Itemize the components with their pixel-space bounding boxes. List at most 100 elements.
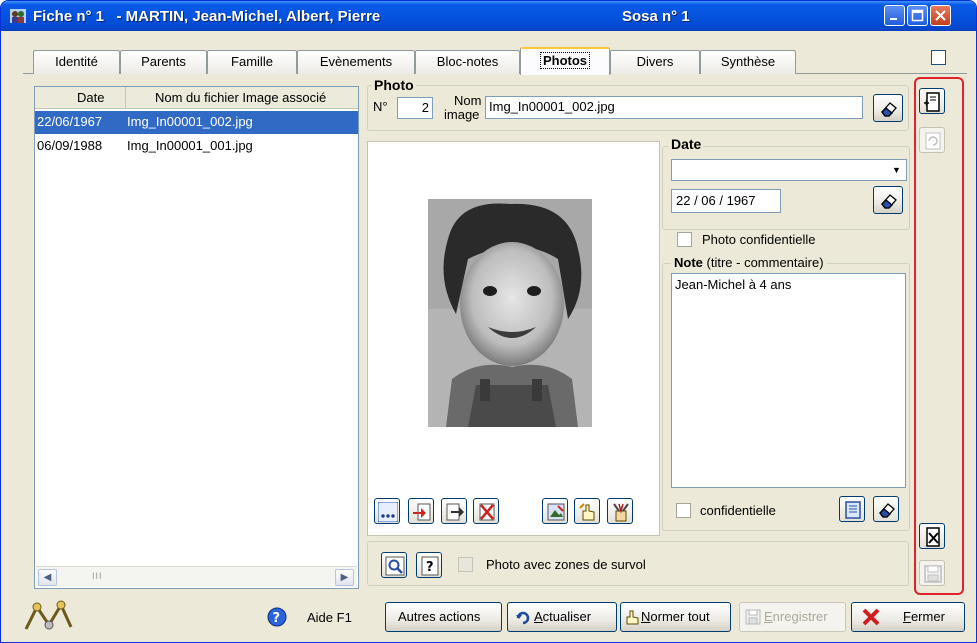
delete-record-button[interactable] (919, 523, 945, 549)
refresh-label: ctualiser (542, 609, 592, 624)
new-document-icon (924, 92, 940, 112)
save-record-button[interactable] (919, 560, 945, 586)
tab-evenements[interactable]: Evènements (297, 50, 415, 74)
tab-famille[interactable]: Famille (207, 50, 297, 74)
column-header-filename[interactable]: Nom du fichier Image associé (155, 90, 358, 105)
hover-zones-checkbox[interactable] (458, 557, 473, 572)
photo-name-label-2: image (444, 107, 480, 122)
other-actions-label: Autres actions (398, 609, 481, 624)
save-icon (745, 609, 761, 625)
tab-photos[interactable]: Photos (520, 47, 610, 75)
list-item[interactable]: 22/06/1967 Img_In00001_002.jpg (35, 111, 358, 134)
magnifier-icon (385, 556, 405, 576)
close-window-button[interactable] (930, 5, 951, 26)
close-label: ermer (910, 609, 945, 624)
note-label-rest: (titre - commentaire) (706, 255, 824, 270)
import-photo-button[interactable] (408, 498, 434, 524)
help-circle-icon[interactable]: ? (267, 607, 287, 627)
list-item[interactable]: 06/09/1988 Img_In00001_001.jpg (35, 135, 358, 158)
browse-photo-button[interactable] (374, 498, 400, 524)
clear-photo-name-button[interactable] (873, 94, 903, 122)
scroll-right-button[interactable]: ▶ (335, 569, 354, 586)
refresh-button[interactable]: Actualiser (507, 602, 617, 632)
clear-note-button[interactable] (873, 496, 899, 522)
genealogy-logo-icon (24, 600, 73, 630)
date-group-label: Date (669, 136, 704, 152)
delete-document-icon (926, 527, 940, 547)
tab-divers[interactable]: Divers (610, 50, 700, 74)
photo-list[interactable]: Date Nom du fichier Image associé 22/06/… (34, 86, 359, 589)
column-divider[interactable] (125, 87, 126, 108)
portrait-photo-image[interactable] (428, 199, 592, 427)
tab-synthese[interactable]: Synthèse (700, 50, 796, 74)
help-label[interactable]: Aide F1 (307, 610, 352, 625)
tab-bloc-notes[interactable]: Bloc-notes (415, 50, 520, 74)
maximize-icon (911, 9, 924, 22)
scroll-left-button[interactable]: ◀ (38, 569, 57, 586)
delete-icon (479, 503, 495, 521)
zoom-photo-button[interactable] (381, 552, 407, 578)
window-title: Fiche n° 1 - MARTIN, Jean-Michel, Albert… (33, 8, 381, 25)
right-toolbar-highlight (914, 77, 964, 595)
horizontal-scrollbar[interactable]: ◀ III ▶ (36, 566, 357, 587)
clear-date-button[interactable] (873, 186, 903, 214)
tab-options-checkbox[interactable] (931, 50, 946, 65)
minimize-icon (890, 18, 897, 20)
close-label-accel: F (903, 609, 911, 624)
scroll-thumb-grip[interactable]: III (92, 571, 103, 581)
column-header-date[interactable]: Date (77, 90, 104, 105)
app-window: Fiche n° 1 - MARTIN, Jean-Michel, Albert… (0, 0, 977, 643)
list-item-filename: Img_In00001_002.jpg (127, 114, 253, 129)
close-icon (935, 10, 946, 21)
export-icon (446, 503, 464, 521)
refresh-record-button[interactable] (919, 127, 945, 153)
tab-identite[interactable]: Identité (33, 50, 120, 74)
chevron-down-icon[interactable]: ▼ (888, 161, 905, 179)
maximize-button[interactable] (907, 5, 928, 26)
photo-help-button[interactable]: ? (416, 552, 442, 578)
minimize-button[interactable] (884, 5, 905, 26)
tab-label: Evènements (319, 54, 393, 69)
svg-text:?: ? (273, 611, 281, 626)
list-item-filename: Img_In00001_001.jpg (127, 138, 253, 153)
notepad-icon (845, 501, 861, 519)
eraser-icon (881, 194, 897, 209)
photo-name-label: Nom (454, 93, 482, 108)
title-bar[interactable]: Fiche n° 1 - MARTIN, Jean-Michel, Albert… (1, 1, 976, 31)
photo-name-field[interactable]: Img_In00001_002.jpg (485, 96, 863, 119)
photo-number-label: N° (373, 99, 388, 114)
tab-parents[interactable]: Parents (120, 50, 207, 74)
normalize-label: ormer tout (650, 609, 710, 624)
export-photo-button[interactable] (441, 498, 467, 524)
assign-photo-button[interactable] (574, 498, 600, 524)
refresh-label-accel: A (534, 609, 543, 624)
confidential-photo-checkbox[interactable] (677, 232, 692, 247)
new-record-button[interactable] (919, 88, 945, 114)
sosa-number: Sosa n° 1 (622, 8, 690, 25)
tab-label: Bloc-notes (436, 54, 499, 69)
note-editor-button[interactable] (839, 496, 865, 522)
date-qualifier-dropdown[interactable]: ▼ (671, 159, 907, 181)
note-textarea[interactable]: Jean-Michel à 4 ans (671, 273, 906, 488)
other-actions-button[interactable]: Autres actions (385, 602, 502, 632)
tab-label: Divers (636, 54, 674, 69)
note-group-label: Note (titre - commentaire) (671, 255, 827, 270)
normalize-icon (626, 610, 639, 625)
date-field[interactable]: 22 / 06 / 1967 (671, 189, 781, 213)
image-edit-icon (547, 503, 565, 521)
photo-tools-button[interactable] (607, 498, 633, 524)
import-icon (413, 503, 431, 521)
save-label-accel: E (764, 609, 773, 624)
hand-pointer-icon (579, 503, 595, 521)
photo-number-field[interactable]: 2 (397, 97, 433, 119)
close-button[interactable]: Fermer (851, 602, 965, 632)
delete-photo-button[interactable] (473, 498, 499, 524)
confidential-note-checkbox[interactable] (676, 503, 691, 518)
edit-photo-button[interactable] (542, 498, 568, 524)
tab-label: Parents (141, 54, 186, 69)
save-label: nregistrer (772, 609, 828, 624)
refresh-disabled-icon (925, 132, 941, 150)
tools-icon (613, 503, 629, 522)
normalize-all-button[interactable]: Normer tout (620, 602, 731, 632)
save-button[interactable]: Enregistrer (739, 602, 846, 632)
